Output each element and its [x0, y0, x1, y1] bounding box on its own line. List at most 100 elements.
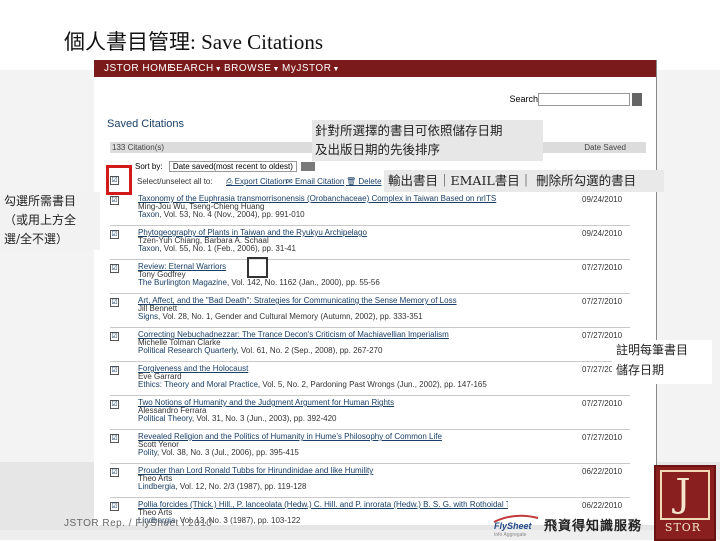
- sort-select[interactable]: Date saved(most recent to oldest): [168, 161, 297, 172]
- chevron-down-icon: ▼: [214, 66, 223, 73]
- citation-details: Prouder than Lord Ronald Tubbs for Hirun…: [138, 467, 508, 491]
- search-input[interactable]: [538, 93, 630, 106]
- sort-row: Sort by: Date saved(most recent to oldes…: [135, 161, 316, 172]
- select-all-highlight: [106, 165, 132, 195]
- nav-browse[interactable]: BROWSE▼: [224, 63, 280, 74]
- nav-home[interactable]: JSTOR HOME: [104, 63, 174, 74]
- callout-select-line2: （或用上方全: [4, 213, 77, 227]
- citation-date-saved: 07/27/2010: [582, 331, 623, 340]
- citation-authors: Michelle Tolman Clarke: [138, 339, 221, 347]
- citation-journal-link[interactable]: Taxon: [138, 245, 159, 253]
- citation-source: Lindbergia, Vol. 12, No. 2/3 (1987), pp.…: [138, 483, 508, 491]
- export-icon: ⎙: [226, 177, 233, 186]
- citation-details: Phytogeography of Plants in Taiwan and t…: [138, 229, 508, 253]
- nav-myjstor-label: MyJSTOR: [282, 63, 332, 74]
- export-citation-link[interactable]: ⎙ Export Citation: [226, 177, 287, 187]
- row-divider: [110, 259, 630, 260]
- citation-journal-link[interactable]: Polity: [138, 449, 157, 457]
- citation-details: Correcting Nebuchadnezzar: The Trance De…: [138, 331, 508, 355]
- flysheet-word: FlySheet: [494, 521, 532, 531]
- citation-journal-link[interactable]: Political Research Quarterly: [138, 347, 237, 355]
- citation-details: Revealed Religion and the Politics of Hu…: [138, 433, 508, 457]
- citation-checkbox[interactable]: ☑: [110, 400, 119, 409]
- citation-title-link[interactable]: Revealed Religion and the Politics of Hu…: [138, 433, 508, 441]
- flysheet-logo: FlySheet Info Aggregate: [490, 512, 542, 538]
- citation-issue: , Vol. 53, No. 4 (Nov., 2004), pp. 991-0…: [159, 211, 305, 219]
- citation-date-saved: 07/27/2010: [582, 399, 623, 408]
- citation-issue: , Vol. 55, No. 1 (Feb., 2006), pp. 31-41: [159, 245, 296, 253]
- citation-journal-link[interactable]: Ethics: Theory and Moral Practice: [138, 381, 258, 389]
- company-name: 飛資得知識服務: [544, 518, 643, 533]
- citation-checkbox[interactable]: ☑: [110, 230, 119, 239]
- citation-title-link[interactable]: Art, Affect, and the "Bad Death": Strate…: [138, 297, 508, 305]
- citation-title-link[interactable]: Review: Eternal Warriors: [138, 263, 508, 271]
- nav-myjstor[interactable]: MyJSTOR▼: [282, 63, 340, 74]
- citation-title-link[interactable]: Two Notions of Humanity and the Judgment…: [138, 399, 508, 407]
- citation-date-saved: 09/24/2010: [582, 195, 623, 204]
- citation-journal-link[interactable]: The Burlington Magazine: [138, 279, 227, 287]
- citation-checkbox[interactable]: ☑: [110, 502, 119, 511]
- sort-label: Sort by:: [135, 162, 163, 171]
- citation-date-saved: 07/27/2010: [582, 433, 623, 442]
- nav-browse-label: BROWSE: [224, 63, 272, 74]
- citation-title-link[interactable]: Pollia forcides (Thick.) Hill., P. lance…: [138, 501, 508, 509]
- row-divider: [110, 497, 630, 498]
- search-button[interactable]: [632, 93, 642, 106]
- page-title: Saved Citations: [107, 118, 185, 130]
- citation-authors: Tzen-Yuh Chiang, Barbara A. Schaal: [138, 237, 269, 245]
- slide-title-zh: 個人書目管理: [64, 30, 190, 54]
- citation-checkbox[interactable]: ☑: [110, 332, 119, 341]
- citation-journal-link[interactable]: Taxon: [138, 211, 159, 219]
- email-citation-label: Email Citation: [294, 177, 345, 186]
- delete-label: Delete: [358, 177, 382, 186]
- citation-title-link[interactable]: Forgiveness and the Holocaust: [138, 365, 508, 373]
- citation-title-link[interactable]: Prouder than Lord Ronald Tubbs for Hirun…: [138, 467, 508, 475]
- footer-text: JSTOR Rep. / FlySheet l 2010: [64, 518, 213, 529]
- row-divider: [110, 327, 630, 328]
- citation-journal-link[interactable]: Lindbergia: [138, 483, 175, 491]
- citation-checkbox[interactable]: ☑: [110, 366, 119, 375]
- citation-authors: Theo Arts: [138, 509, 173, 517]
- citation-source: Signs, Vol. 28, No. 1, Gender and Cultur…: [138, 313, 508, 321]
- export-citation-label: Export Citation: [234, 177, 288, 186]
- citation-authors: Scott Yenor: [138, 441, 179, 449]
- citation-authors: Tony Godfrey: [138, 271, 186, 279]
- row-divider: [110, 361, 630, 362]
- select-all-label: Select/unselect all to:: [137, 177, 213, 186]
- citation-journal-link[interactable]: Signs: [138, 313, 158, 321]
- jstor-wordmark: STOR: [664, 521, 702, 534]
- citation-journal-link[interactable]: Political Theory: [138, 415, 192, 423]
- citation-checkbox[interactable]: ☑: [110, 196, 119, 205]
- row-divider: [110, 429, 630, 430]
- citation-authors: Jill Bennett: [138, 305, 178, 313]
- citation-issue: , Vol. 5, No. 2, Pardoning Past Wrongs (…: [257, 381, 487, 389]
- citation-title-link[interactable]: Correcting Nebuchadnezzar: The Trance De…: [138, 331, 508, 339]
- citation-authors: Eve Garrard: [138, 373, 182, 381]
- callout-sort: 針對所選擇的書目可依照儲存日期 及出版日期的先後排序: [312, 120, 543, 161]
- citation-source: Taxon, Vol. 53, No. 4 (Nov., 2004), pp. …: [138, 211, 508, 219]
- citation-checkbox[interactable]: ☑: [110, 434, 119, 443]
- citation-title-link[interactable]: Phytogeography of Plants in Taiwan and t…: [138, 229, 508, 237]
- citation-details: Taxonomy of the Euphrasia transmorrisone…: [138, 195, 508, 219]
- citation-authors: Theo Arts: [138, 475, 173, 483]
- trash-icon: 🗑: [346, 177, 357, 186]
- citation-source: Polity, Vol. 38, No. 3 (Jul., 2006), pp.…: [138, 449, 508, 457]
- callout-date: 註明每筆書目 儲存日期: [612, 340, 712, 384]
- citation-title-link[interactable]: Taxonomy of the Euphrasia transmorrisone…: [138, 195, 508, 203]
- callout-select: 勾選所需書目 （或用上方全 選/全不選）: [0, 192, 100, 250]
- delete-link[interactable]: 🗑 Delete: [346, 177, 382, 186]
- citation-checkbox[interactable]: ☑: [110, 468, 119, 477]
- nav-search[interactable]: SEARCH▼: [169, 63, 222, 74]
- citation-checkbox[interactable]: ☑: [110, 298, 119, 307]
- callout-select-line3: 選/全不選）: [4, 232, 69, 246]
- citation-issue: , Vol. 142, No. 1162 (Jan., 2000), pp. 5…: [226, 279, 380, 287]
- citation-issue: , Vol. 38, No. 3 (Jul., 2006), pp. 395-4…: [156, 449, 299, 457]
- citation-details: Review: Eternal Warriors Tony Godfrey The …: [138, 263, 508, 287]
- sort-go-button[interactable]: [301, 162, 316, 172]
- citation-date-saved: 06/22/2010: [582, 467, 623, 476]
- flysheet-sub: Info Aggregate: [494, 532, 527, 538]
- chevron-down-icon: ▼: [332, 66, 340, 73]
- email-citation-link[interactable]: ✉ Email Citation: [286, 177, 344, 186]
- citation-checkbox[interactable]: ☑: [110, 264, 119, 273]
- row-divider: [110, 225, 630, 226]
